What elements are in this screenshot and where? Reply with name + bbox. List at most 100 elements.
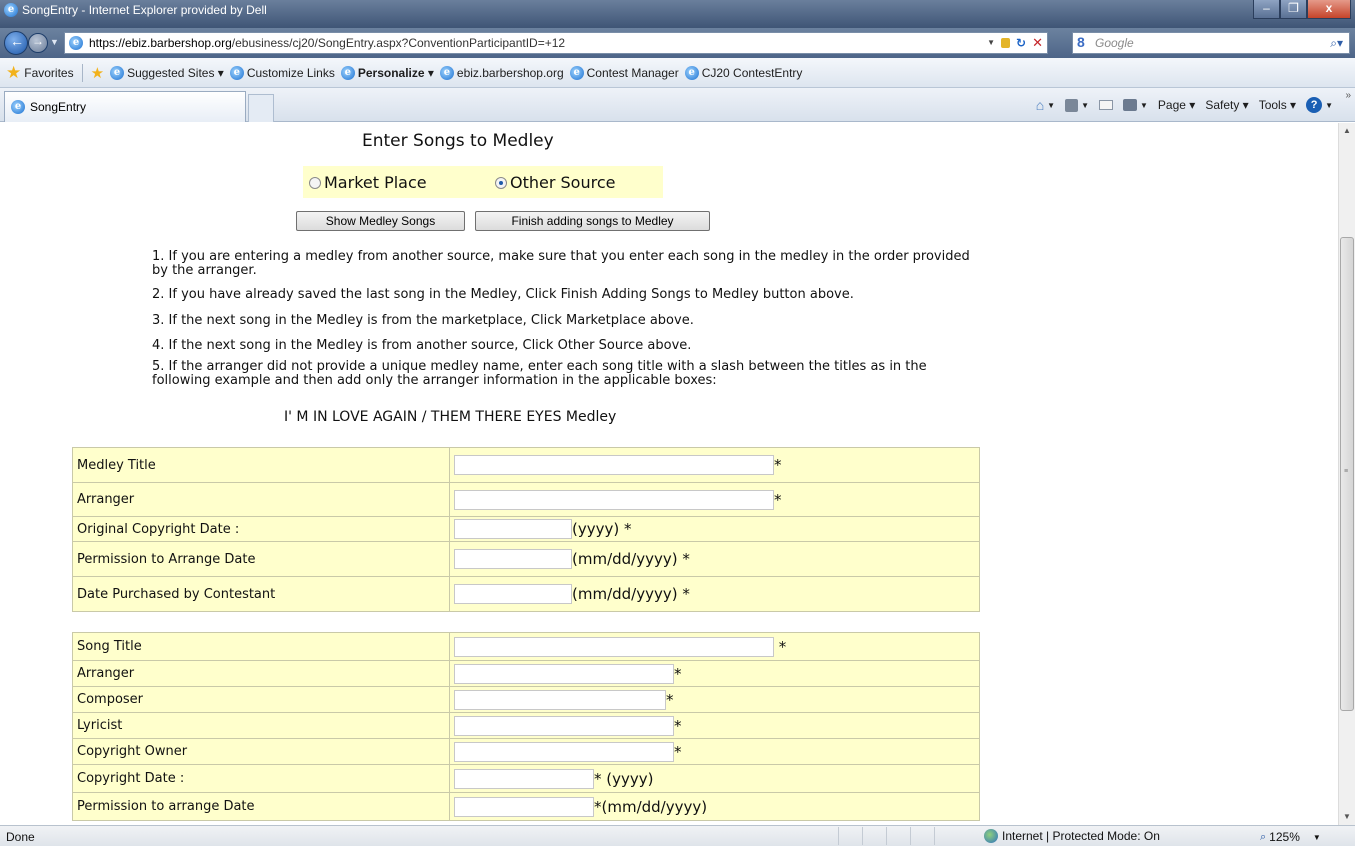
address-toolbar: ← → ▼ e https://ebiz.barbershop.org/ebus…	[0, 28, 1355, 58]
form-field-cell: *	[449, 482, 980, 517]
feeds-button[interactable]: ▼	[1065, 98, 1089, 112]
fav-ebiz[interactable]: e ebiz.barbershop.org	[439, 65, 564, 80]
zoom-control[interactable]: ⌕ 125% ▼	[1260, 830, 1321, 844]
add-favorite-icon[interactable]: ★	[91, 64, 104, 82]
search-icon[interactable]: ⌕▾	[1330, 36, 1343, 51]
permission-arrange-date-input[interactable]	[454, 796, 594, 817]
ie-icon: e	[439, 65, 454, 80]
status-panes	[838, 827, 958, 845]
fav-customize-links[interactable]: e Customize Links	[229, 65, 335, 80]
instruction-2: 2. If you have already saved the last so…	[152, 287, 854, 302]
refresh-icon[interactable]: ↻	[1016, 33, 1026, 53]
permission-to-arrange-date-label: Permission to Arrange Date	[72, 541, 450, 577]
form-field-cell: *	[449, 686, 980, 713]
status-pane	[862, 827, 886, 845]
form-row: Permission to arrange Date *(mm/dd/yyyy)	[72, 792, 980, 821]
address-dropdown-icon[interactable]: ▼	[987, 33, 995, 53]
copyright-owner-label: Copyright Owner	[72, 738, 450, 765]
instruction-4: 4. If the next song in the Medley is fro…	[152, 338, 692, 353]
finish-adding-songs-button[interactable]: Finish adding songs to Medley	[475, 211, 710, 231]
chevron-down-icon: ▼	[1140, 100, 1148, 110]
page-menu[interactable]: Page ▾	[1158, 98, 1195, 112]
date-format-hint: (yyyy) *	[572, 520, 632, 538]
security-zone[interactable]: Internet | Protected Mode: On	[984, 829, 1160, 843]
song-arranger-input[interactable]	[454, 663, 674, 684]
back-button[interactable]: ←	[4, 31, 28, 55]
copyright-date-input[interactable]	[454, 768, 594, 789]
fav-label: Personalize ▾	[357, 65, 434, 80]
scroll-down-icon[interactable]: ▼	[1339, 809, 1355, 825]
vertical-scrollbar[interactable]: ▲ ≡ ▼	[1338, 123, 1355, 825]
favorites-label: Favorites	[24, 65, 74, 80]
command-bar: ⌂ ▼ ▼ ▼ Page ▾ Safety ▾ Tools ▾ ? ▼	[1036, 97, 1333, 113]
form-row: Composer *	[72, 686, 980, 713]
required-marker: *	[674, 716, 682, 735]
medley-title-label: Medley Title	[72, 447, 450, 483]
favorites-button[interactable]: ★ Favorites	[6, 63, 74, 83]
address-bar[interactable]: e https://ebiz.barbershop.org/ebusiness/…	[64, 32, 1048, 54]
page-content: Enter Songs to Medley Market Place Other…	[0, 123, 1338, 825]
print-button[interactable]: ▼	[1123, 99, 1148, 111]
copyright-owner-input[interactable]	[454, 741, 674, 762]
forward-button[interactable]: →	[28, 33, 48, 53]
home-button[interactable]: ⌂ ▼	[1036, 97, 1055, 113]
radio-other-source-dot[interactable]	[495, 176, 507, 189]
lock-icon[interactable]	[1001, 38, 1011, 48]
chevron-down-icon: ▼	[1081, 100, 1089, 110]
lyricist-input[interactable]	[454, 715, 674, 736]
date-format-hint: (mm/dd/yyyy) *	[572, 585, 690, 603]
show-medley-songs-button[interactable]: Show Medley Songs	[296, 211, 465, 231]
radio-marketplace[interactable]: Market Place	[309, 173, 427, 192]
stop-icon[interactable]: ✕	[1032, 33, 1043, 53]
url-path: /ebusiness/cj20/SongEntry.aspx?Conventio…	[231, 36, 566, 50]
history-dropdown-icon[interactable]: ▼	[50, 37, 59, 47]
permission-to-arrange-date-input[interactable]	[454, 549, 572, 569]
status-pane	[910, 827, 934, 845]
fav-suggested-sites[interactable]: e Suggested Sites ▾	[110, 65, 224, 80]
radio-other-source[interactable]: Other Source	[495, 173, 615, 192]
close-button[interactable]: x	[1307, 0, 1351, 19]
form-field-cell: *	[449, 632, 980, 661]
chevron-down-icon: ▼	[1312, 832, 1321, 842]
new-tab-button[interactable]	[248, 94, 274, 122]
favorites-star-icon: ★	[6, 62, 22, 82]
scroll-thumb[interactable]: ≡	[1340, 237, 1354, 711]
composer-input[interactable]	[454, 689, 666, 710]
scroll-up-icon[interactable]: ▲	[1339, 123, 1355, 139]
more-commands-icon[interactable]: »	[1345, 90, 1351, 101]
maximize-button[interactable]: ❐	[1280, 0, 1307, 19]
date-format-hint: * (yyyy)	[594, 769, 654, 788]
favorites-bar: ★ Favorites ★ e Suggested Sites ▾ e Custom…	[0, 58, 1355, 88]
safety-menu[interactable]: Safety ▾	[1205, 98, 1248, 112]
tab-songentry[interactable]: e SongEntry	[4, 91, 246, 122]
minimize-button[interactable]: –	[1253, 0, 1280, 19]
help-button[interactable]: ? ▼	[1306, 97, 1333, 113]
original-copyright-date-input[interactable]	[454, 519, 572, 539]
medley-title-input[interactable]	[454, 455, 774, 475]
form-field-cell: *	[449, 447, 980, 483]
form-field-cell: *	[449, 660, 980, 687]
form-row: Arranger *	[72, 660, 980, 687]
instruction-1: 1. If you are entering a medley from ano…	[152, 249, 970, 278]
radio-marketplace-dot[interactable]	[309, 176, 321, 189]
source-radio-group: Market Place Other Source	[303, 166, 663, 198]
required-marker: *	[674, 664, 682, 683]
status-pane	[838, 827, 862, 845]
search-box[interactable]: 8 Google ⌕▾	[1072, 32, 1350, 54]
fav-label: ebiz.barbershop.org	[456, 65, 564, 80]
medley-arranger-input[interactable]	[454, 489, 774, 510]
date-purchased-input[interactable]	[454, 584, 572, 604]
tools-menu[interactable]: Tools ▾	[1259, 98, 1296, 112]
ie-icon: e	[340, 65, 355, 80]
fav-personalize[interactable]: e Personalize ▾	[340, 65, 434, 80]
required-marker: *	[774, 637, 787, 656]
address-url[interactable]: https://ebiz.barbershop.org/ebusiness/cj…	[89, 33, 565, 53]
lyricist-label: Lyricist	[72, 712, 450, 739]
fav-contest-manager[interactable]: e Contest Manager	[569, 65, 679, 80]
song-title-input[interactable]	[454, 636, 774, 657]
fav-cj20-contestentry[interactable]: e CJ20 ContestEntry	[684, 65, 802, 80]
google-logo-icon: 8	[1077, 34, 1085, 50]
form-row: Date Purchased by Contestant (mm/dd/yyyy…	[72, 576, 980, 612]
read-mail-button[interactable]	[1099, 100, 1113, 110]
status-text: Done	[6, 830, 35, 844]
